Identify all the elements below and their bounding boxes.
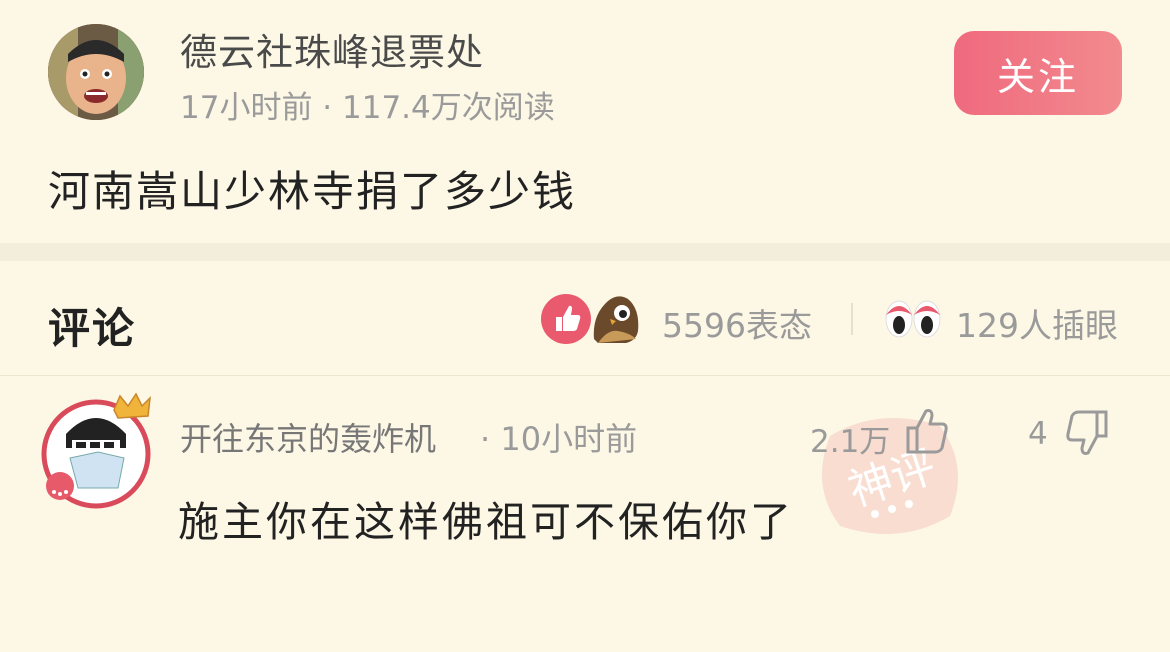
thumbs-down-icon[interactable] [1062,408,1110,458]
comment-item: 开往东京的轰炸机 · 10小时前 神评 2.1万 4 施主你在这样佛祖可不保佑你… [0,376,1170,652]
owl-reaction-icon[interactable] [588,289,642,345]
author-name[interactable]: 德云社珠峰退票处 [180,22,484,76]
eyes-icon[interactable] [884,295,942,341]
follow-button[interactable]: 关注 [954,31,1122,115]
thumbs-up-reaction-icon[interactable] [540,293,592,345]
dislike-count[interactable]: 4 [1028,416,1048,452]
post-meta: 17小时前 · 117.4万次阅读 [180,90,555,126]
comment-text[interactable]: 施主你在这样佛祖可不保佑你了 [178,488,794,548]
comments-title: 评论 [48,304,137,353]
poke-count[interactable]: 129人插眼 [956,299,1118,347]
section-divider [0,243,1170,261]
commenter-name[interactable]: 开往东京的轰炸机 [180,414,436,460]
reactions-count[interactable]: 5596表态 [662,299,812,347]
header-separator [851,303,853,335]
post-header: 德云社珠峰退票处 17小时前 · 117.4万次阅读 关注 河南嵩山少林寺捐了多… [0,0,1170,243]
thumbs-up-icon[interactable] [904,406,950,456]
author-avatar[interactable] [48,24,144,120]
like-count[interactable]: 2.1万 [810,416,890,461]
post-title[interactable]: 河南嵩山少林寺捐了多少钱 [48,158,576,219]
comments-header: 评论 5596表态 129人插眼 [0,261,1170,376]
comment-time: · 10小时前 [480,420,638,458]
commenter-avatar[interactable] [38,388,156,512]
